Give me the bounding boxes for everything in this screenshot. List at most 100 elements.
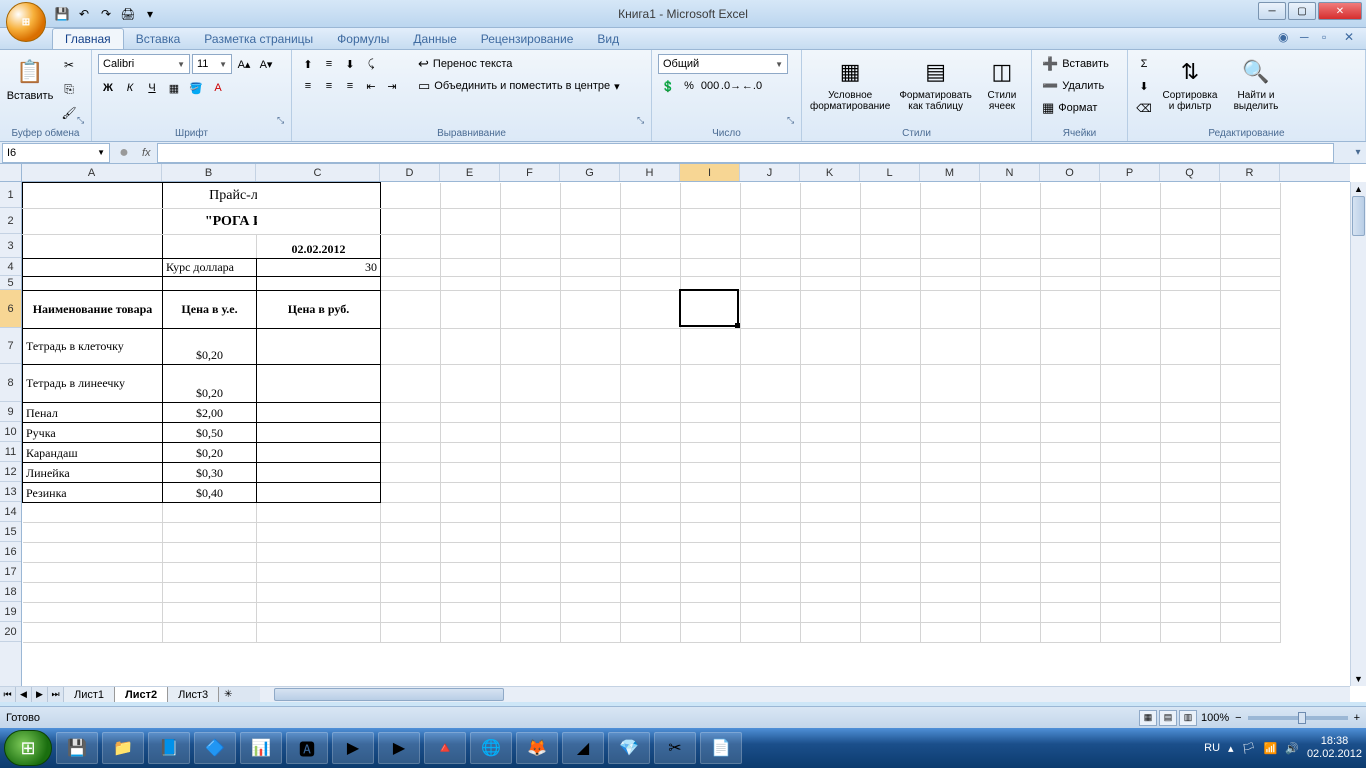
cell[interactable] (1161, 543, 1221, 563)
cell[interactable] (741, 365, 801, 403)
cell[interactable] (501, 603, 561, 623)
cell[interactable]: $0,20 (163, 329, 257, 365)
cell[interactable] (257, 209, 381, 235)
cell[interactable]: Наименование товара (23, 291, 163, 329)
cell[interactable] (381, 583, 441, 603)
cell[interactable] (921, 443, 981, 463)
cell[interactable] (257, 603, 381, 623)
cell[interactable] (861, 523, 921, 543)
format-as-table-button[interactable]: ▤Форматировать как таблицу (896, 54, 975, 114)
cell[interactable]: Курс доллара (163, 259, 257, 277)
cell[interactable] (1221, 603, 1281, 623)
cell[interactable] (1041, 209, 1101, 235)
sort-filter-button[interactable]: ⇅Сортировка и фильтр (1158, 54, 1222, 114)
cell[interactable] (861, 259, 921, 277)
cell[interactable] (1161, 463, 1221, 483)
cell[interactable] (681, 291, 741, 329)
cell[interactable]: $0,30 (163, 463, 257, 483)
column-header[interactable]: B (162, 164, 256, 181)
fx-icon[interactable]: fx (136, 147, 157, 159)
cell[interactable] (1041, 543, 1101, 563)
horizontal-scrollbar[interactable] (260, 686, 1350, 702)
cell[interactable] (981, 603, 1041, 623)
cell[interactable] (621, 235, 681, 259)
cell[interactable] (381, 365, 441, 403)
cell[interactable] (741, 277, 801, 291)
help-icon[interactable]: ◉ (1278, 30, 1292, 44)
cell[interactable] (561, 503, 621, 523)
taskbar-item[interactable]: 🌐 (470, 732, 512, 764)
insert-cells-button[interactable]: ➕Вставить (1038, 54, 1113, 74)
cell[interactable] (621, 443, 681, 463)
cell[interactable] (1221, 623, 1281, 643)
tab-formulas[interactable]: Формулы (325, 29, 401, 49)
cell[interactable] (561, 523, 621, 543)
cell[interactable] (801, 523, 861, 543)
cell[interactable] (861, 503, 921, 523)
cell[interactable] (1221, 583, 1281, 603)
cell[interactable] (1161, 183, 1221, 209)
cell[interactable] (1101, 583, 1161, 603)
cell[interactable] (381, 543, 441, 563)
cell[interactable] (257, 523, 381, 543)
cell[interactable] (621, 483, 681, 503)
column-header[interactable]: N (980, 164, 1040, 181)
cell[interactable] (861, 543, 921, 563)
cell[interactable] (1221, 563, 1281, 583)
cell[interactable] (981, 463, 1041, 483)
cell[interactable] (621, 623, 681, 643)
row-header[interactable]: 18 (0, 582, 21, 602)
cell[interactable] (23, 183, 163, 209)
cell[interactable] (741, 443, 801, 463)
column-header[interactable]: M (920, 164, 980, 181)
wrap-text-button[interactable]: ↩Перенос текста (414, 54, 624, 74)
cell[interactable] (1101, 291, 1161, 329)
cell[interactable] (621, 277, 681, 291)
cell[interactable] (621, 259, 681, 277)
tray-icon[interactable]: ▴ (1228, 742, 1234, 755)
cell[interactable] (1041, 235, 1101, 259)
cell[interactable] (1161, 483, 1221, 503)
office-button[interactable]: ⊞ (6, 2, 46, 42)
cell[interactable] (681, 329, 741, 365)
row-header[interactable]: 11 (0, 442, 21, 462)
cell[interactable] (981, 209, 1041, 235)
sheet-tab-1[interactable]: Лист1 (64, 687, 115, 703)
cell[interactable] (561, 583, 621, 603)
row-header[interactable]: 17 (0, 562, 21, 582)
row-header[interactable]: 8 (0, 364, 21, 402)
cell[interactable] (561, 443, 621, 463)
row-header[interactable]: 13 (0, 482, 21, 502)
cell[interactable] (681, 463, 741, 483)
view-layout-button[interactable]: ▤ (1159, 710, 1177, 726)
cell[interactable] (441, 423, 501, 443)
cell[interactable] (501, 563, 561, 583)
cell[interactable] (441, 583, 501, 603)
cell[interactable] (921, 583, 981, 603)
cell[interactable] (921, 259, 981, 277)
cell[interactable] (1101, 329, 1161, 365)
cell[interactable]: Пенал (23, 403, 163, 423)
cell[interactable] (621, 543, 681, 563)
cell[interactable] (163, 523, 257, 543)
cell[interactable] (1161, 291, 1221, 329)
cell[interactable] (741, 543, 801, 563)
cell[interactable] (741, 623, 801, 643)
cell[interactable] (501, 503, 561, 523)
cell[interactable] (741, 503, 801, 523)
cell[interactable] (801, 483, 861, 503)
font-name-combo[interactable]: Calibri▼ (98, 54, 190, 74)
cell[interactable] (621, 209, 681, 235)
cell[interactable] (561, 463, 621, 483)
cell[interactable] (621, 403, 681, 423)
cell[interactable]: $0,50 (163, 423, 257, 443)
cell[interactable] (1221, 543, 1281, 563)
row-header[interactable]: 1 (0, 182, 21, 208)
cell[interactable] (861, 563, 921, 583)
prev-sheet-button[interactable]: ◀ (16, 687, 32, 703)
cell[interactable] (801, 209, 861, 235)
cell[interactable] (741, 523, 801, 543)
cell[interactable] (1101, 523, 1161, 543)
restore-window-icon[interactable]: ▫ (1322, 30, 1336, 44)
taskbar-item[interactable]: 📘 (148, 732, 190, 764)
